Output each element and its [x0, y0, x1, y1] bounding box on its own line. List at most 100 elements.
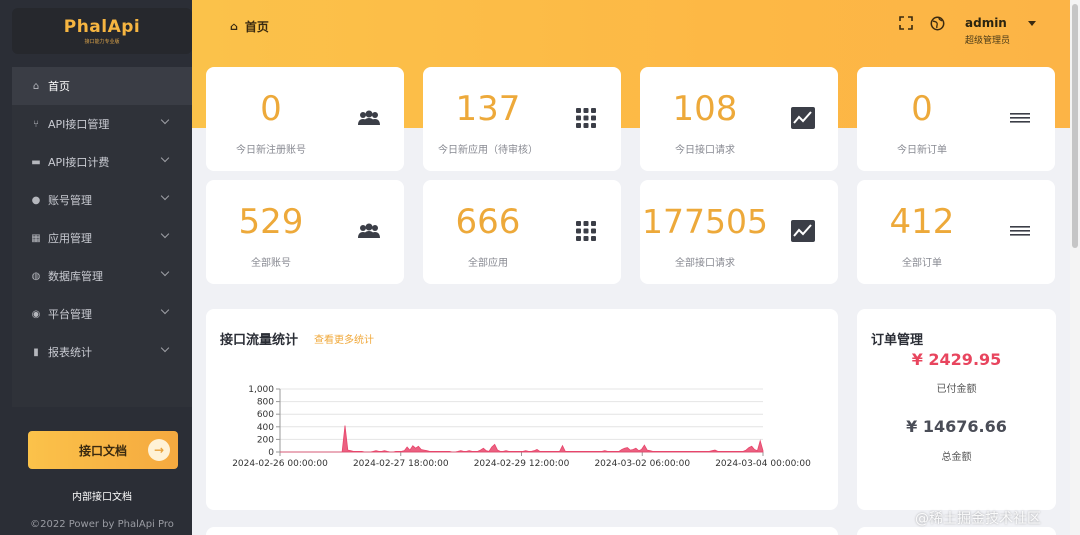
- user-icon: ●: [31, 194, 41, 206]
- traffic-chart: 0 200 400 600 800 1,000 2024-02-26 00:00:00 202…: [232, 385, 811, 469]
- x-tick-label: 2024-02-27 18:00:00: [353, 459, 449, 469]
- list-lines-icon: [1007, 220, 1033, 242]
- scrollbar-thumb[interactable]: [1072, 4, 1078, 248]
- api-doc-button-label: 接口文档: [78, 443, 127, 458]
- user-name[interactable]: admin: [965, 16, 1007, 30]
- chevron-down-icon: [160, 229, 170, 239]
- globe-icon[interactable]: [930, 16, 945, 35]
- sidebar: PhalApi 接口能力专业版 ⌂ 首页 ⑂ API接口管理 ▬ API接口计费…: [0, 0, 192, 535]
- sidebar-item-apps[interactable]: ▦ 应用管理: [12, 219, 192, 257]
- stat-card-today-accounts[interactable]: 0 今日新注册账号: [206, 67, 404, 171]
- logo-subtitle: 接口能力专业版: [84, 39, 120, 45]
- list-lines-icon: [1007, 107, 1033, 129]
- stat-value: 137: [455, 89, 521, 129]
- chevron-down-icon: [160, 153, 170, 163]
- sidebar-item-api-management[interactable]: ⑂ API接口管理: [12, 105, 192, 143]
- chevron-down-icon: [160, 267, 170, 277]
- stat-label: 今日新订单: [897, 145, 947, 156]
- stat-card-total-orders[interactable]: 412 全部订单: [857, 180, 1055, 284]
- x-tick-label: 2024-02-29 12:00:00: [474, 459, 570, 469]
- sidebar-item-label: API接口计费: [48, 156, 110, 169]
- paid-amount: ¥ 2429.95: [911, 350, 1002, 369]
- sidebar-item-label: API接口管理: [48, 118, 110, 131]
- card-icon: ▬: [31, 156, 41, 168]
- stat-label: 全部账号: [251, 258, 291, 269]
- y-tick-label: 1,000: [248, 385, 274, 395]
- x-tick-label: 2024-03-04 00:00:00: [715, 459, 811, 469]
- home-icon: ⌂: [230, 20, 238, 33]
- sidebar-item-label: 首页: [48, 80, 70, 93]
- users-icon: [356, 107, 382, 129]
- stat-card-today-apps[interactable]: 137 今日新应用（待审核）: [423, 67, 621, 171]
- y-tick-label: 800: [257, 398, 274, 408]
- chevron-down-icon: [160, 343, 170, 353]
- trend-chart-icon: [790, 107, 816, 129]
- stat-card-today-requests[interactable]: 108 今日接口请求: [640, 67, 838, 171]
- stat-value: 529: [238, 202, 304, 242]
- apps-grid-icon: [573, 220, 599, 242]
- order-management-card: 订单管理 ¥ 2429.95 已付金额 ¥ 14676.66 总金额: [857, 309, 1056, 510]
- scrollbar[interactable]: [1070, 0, 1080, 535]
- arrow-right-icon: →: [148, 439, 170, 461]
- sidebar-item-reports[interactable]: ▮ 报表统计: [12, 333, 192, 371]
- total-amount-label: 总金额: [941, 452, 972, 463]
- stat-label: 今日接口请求: [675, 145, 735, 156]
- stat-value: 412: [889, 202, 955, 242]
- sidebar-item-database[interactable]: ◍ 数据库管理: [12, 257, 192, 295]
- total-amount: ¥ 14676.66: [906, 417, 1007, 436]
- sidebar-item-label: 平台管理: [48, 308, 92, 321]
- chevron-down-icon: [160, 191, 170, 201]
- apps-grid-icon: [573, 107, 599, 129]
- copyright: ©2022 Power by PhalApi Pro: [30, 519, 174, 530]
- database-icon: ◍: [31, 270, 41, 282]
- stat-card-total-requests[interactable]: 177505 全部接口请求: [640, 180, 838, 284]
- chevron-down-icon: [160, 305, 170, 315]
- sidebar-item-label: 账号管理: [48, 194, 92, 207]
- sidebar-item-label: 数据库管理: [48, 270, 103, 283]
- sidebar-item-label: 报表统计: [48, 346, 92, 359]
- bottom-card: [206, 527, 838, 535]
- stat-value: 177505: [642, 202, 768, 241]
- barchart-icon: ▮: [33, 346, 39, 358]
- grid-icon: ▦: [31, 232, 41, 244]
- y-tick-label: 0: [268, 448, 274, 458]
- internal-doc-link[interactable]: 内部接口文档: [12, 488, 192, 503]
- bottom-card: [857, 527, 1056, 535]
- sidebar-item-home[interactable]: ⌂ 首页: [12, 67, 192, 105]
- caret-down-icon[interactable]: [1028, 21, 1036, 26]
- stat-value: 108: [672, 89, 738, 129]
- sidebar-item-platform[interactable]: ◉ 平台管理: [12, 295, 192, 333]
- stat-value: 666: [455, 202, 521, 242]
- watermark: @稀土掘金技术社区: [915, 511, 1041, 527]
- stat-card-total-accounts[interactable]: 529 全部账号: [206, 180, 404, 284]
- x-tick-label: 2024-03-02 06:00:00: [594, 459, 690, 469]
- stat-label: 全部接口请求: [675, 258, 735, 269]
- api-doc-button[interactable]: 接口文档 →: [28, 431, 178, 469]
- traffic-chart-card: 接口流量统计 查看更多统计 0 200 400 600 800 1,000 2024-02-…: [206, 309, 838, 510]
- breadcrumb[interactable]: ⌂ 首页: [230, 18, 269, 35]
- user-role: 超级管理员: [965, 36, 1011, 46]
- sidebar-item-accounts[interactable]: ● 账号管理: [12, 181, 192, 219]
- trend-chart-icon: [790, 220, 816, 242]
- logo-text: PhalApi: [63, 17, 141, 37]
- sidebar-nav: ⌂ 首页 ⑂ API接口管理 ▬ API接口计费 ● 账号管理 ▦ 应用管理 ◍…: [12, 67, 192, 407]
- stat-card-total-apps[interactable]: 666 全部应用: [423, 180, 621, 284]
- stat-label: 全部应用: [468, 258, 508, 269]
- order-title: 订单管理: [871, 333, 924, 348]
- stat-label: 全部订单: [902, 258, 942, 269]
- paid-amount-label: 已付金额: [936, 384, 977, 395]
- stat-value: 0: [911, 89, 933, 129]
- fullscreen-icon[interactable]: [899, 16, 913, 34]
- traffic-series-area: [280, 425, 764, 453]
- y-tick-label: 200: [257, 435, 274, 445]
- sidebar-item-api-billing[interactable]: ▬ API接口计费: [12, 143, 192, 181]
- chevron-down-icon: [160, 115, 170, 125]
- breadcrumb-label: 首页: [244, 20, 269, 34]
- stat-label: 今日新应用（待审核）: [438, 145, 538, 156]
- logo[interactable]: PhalApi 接口能力专业版: [12, 8, 192, 54]
- x-tick-label: 2024-02-26 00:00:00: [232, 459, 328, 469]
- users-icon: [356, 220, 382, 242]
- stat-card-today-orders[interactable]: 0 今日新订单: [857, 67, 1055, 171]
- stat-label: 今日新注册账号: [236, 145, 306, 156]
- sidebar-item-label: 应用管理: [48, 232, 92, 245]
